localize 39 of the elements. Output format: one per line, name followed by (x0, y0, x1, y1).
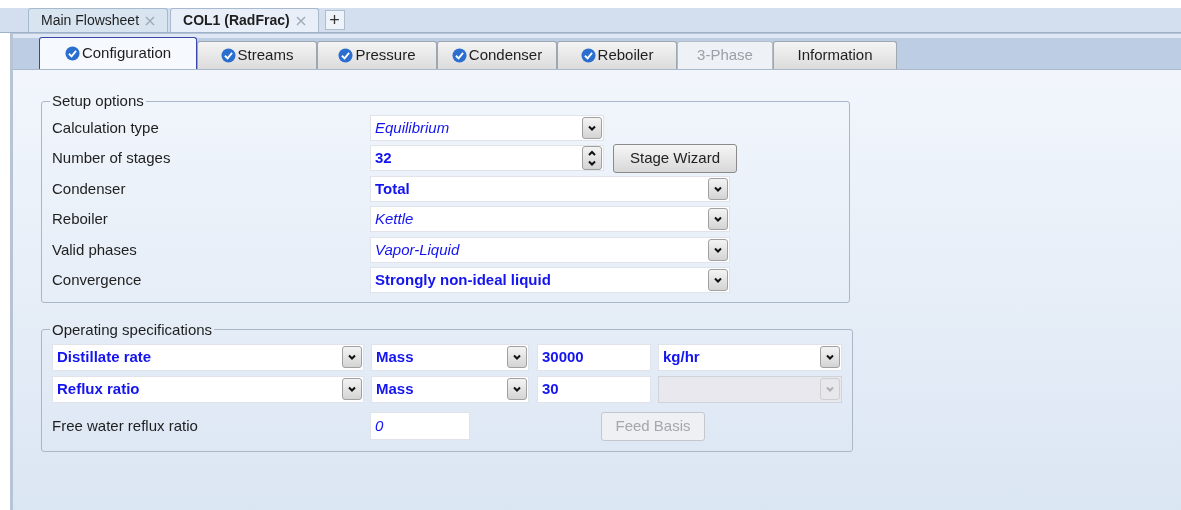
field-label: Calculation type (52, 117, 160, 138)
dropdown-field[interactable]: kg/hr (658, 343, 842, 371)
field-label: Number of stages (52, 148, 172, 168)
dropdown-field[interactable]: Equilibrium (370, 114, 604, 141)
form-tab[interactable]: Configuration (39, 37, 197, 69)
input-field[interactable]: 0 (370, 412, 470, 440)
stage-wizard-button[interactable]: Stage Wizard (613, 143, 737, 173)
group-title: Operating specifications (51, 319, 214, 340)
form-tab[interactable]: Condenser (437, 41, 557, 69)
spinner-icon[interactable] (582, 146, 602, 171)
dropdown-field[interactable]: Reflux ratio (52, 375, 364, 403)
document-tab[interactable]: Main Flowsheet (28, 8, 169, 32)
check-icon (64, 46, 80, 61)
input-field[interactable]: 30 (537, 375, 651, 403)
dropdown-field[interactable]: Vapor-Liquid (370, 236, 730, 263)
new-tab-button[interactable]: + (324, 10, 345, 30)
number-field[interactable]: 32 (370, 145, 604, 172)
field-label: Condenser (52, 178, 127, 199)
form-tab[interactable]: Streams (197, 41, 317, 69)
dropdown-field[interactable]: Total (370, 175, 730, 202)
dropdown-field[interactable]: Strongly non-ideal liquid (370, 267, 730, 294)
form-tab[interactable]: Pressure (317, 41, 437, 69)
dropdown-field[interactable]: Mass (371, 343, 529, 371)
check-icon (451, 48, 467, 63)
dropdown-field[interactable]: Distillate rate (52, 343, 364, 371)
field-label: Reboiler (52, 209, 109, 229)
field-label: Free water reflux ratio (52, 415, 199, 436)
check-icon (220, 48, 236, 63)
check-icon (580, 48, 596, 63)
dropdown-field[interactable]: Mass (371, 375, 529, 403)
form-tab[interactable]: Reboiler (557, 41, 677, 69)
document-tab[interactable]: COL1 (RadFrac) (170, 8, 319, 32)
field-label: Valid phases (52, 239, 138, 260)
form-tab[interactable]: Information (773, 41, 897, 69)
group-title: Setup options (51, 91, 145, 111)
dropdown-field[interactable]: Kettle (370, 206, 730, 233)
check-icon (338, 48, 354, 63)
input-field[interactable]: 30000 (537, 343, 651, 371)
field-label: Convergence (52, 270, 143, 290)
